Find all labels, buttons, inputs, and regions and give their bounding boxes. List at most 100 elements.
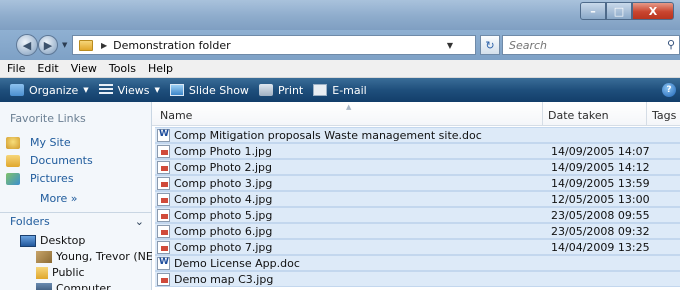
file-name: Comp Photo 2.jpg xyxy=(174,161,272,174)
tree-item-computer[interactable]: Computer xyxy=(36,282,111,290)
refresh-button[interactable]: ↻ xyxy=(480,35,500,55)
search-box: ⚲ xyxy=(502,35,680,55)
word-document-icon xyxy=(157,129,170,142)
my-site-icon xyxy=(6,136,20,149)
column-header-name[interactable]: Name xyxy=(160,109,192,122)
search-input[interactable] xyxy=(509,38,659,52)
chevron-down-icon: ▼ xyxy=(154,86,160,94)
file-date: 12/05/2005 13:00 xyxy=(551,193,650,206)
recent-pages-dropdown-icon[interactable]: ▼ xyxy=(62,41,67,49)
menu-bar: File Edit View Tools Help xyxy=(0,60,680,78)
column-divider[interactable] xyxy=(542,102,543,126)
documents-icon xyxy=(6,154,20,167)
file-row[interactable]: Comp photo 5.jpg 23/05/2008 09:55 xyxy=(155,207,680,223)
file-row[interactable]: Comp photo 3.jpg 14/09/2005 13:59 xyxy=(155,175,680,191)
file-row[interactable]: Demo map C3.jpg xyxy=(155,271,680,287)
file-row[interactable]: Comp Photo 1.jpg 14/09/2005 14:07 xyxy=(155,143,680,159)
address-row: ◀ ▶ ▼ ▶ Demonstration folder ▼ ↻ ⚲ xyxy=(0,30,680,60)
file-date: 14/09/2005 14:12 xyxy=(551,161,650,174)
breadcrumb-current-folder[interactable]: Demonstration folder xyxy=(113,39,230,52)
file-list: Name ▲ Date taken Tags Comp Mitigation p… xyxy=(152,102,680,290)
column-header-tags[interactable]: Tags xyxy=(652,109,676,122)
column-header-row: Name ▲ Date taken Tags xyxy=(152,102,680,126)
menu-file[interactable]: File xyxy=(7,62,25,75)
favorite-documents[interactable]: Documents xyxy=(6,154,93,167)
file-row[interactable]: Comp Mitigation proposals Waste manageme… xyxy=(155,127,680,143)
slideshow-button[interactable]: Slide Show xyxy=(169,83,249,97)
file-date: 14/09/2005 13:59 xyxy=(551,177,650,190)
tree-label: Young, Trevor (NE) xyxy=(56,250,158,263)
tree-label: Computer xyxy=(56,282,111,290)
word-document-icon xyxy=(157,257,170,270)
file-row[interactable]: Demo License App.doc xyxy=(155,255,680,271)
help-icon[interactable]: ? xyxy=(662,83,676,97)
slideshow-label: Slide Show xyxy=(188,83,249,97)
jpeg-image-icon xyxy=(157,161,170,174)
column-header-date-taken[interactable]: Date taken xyxy=(548,109,609,122)
email-label: E-mail xyxy=(332,83,367,97)
tree-item-desktop[interactable]: Desktop xyxy=(20,234,85,247)
favorite-links-header: Favorite Links xyxy=(10,112,86,125)
back-arrow-icon: ◀ xyxy=(22,38,32,52)
refresh-icon: ↻ xyxy=(485,38,495,52)
organize-label: Organize xyxy=(29,83,79,97)
menu-edit[interactable]: Edit xyxy=(37,62,58,75)
jpeg-image-icon xyxy=(157,209,170,222)
file-name: Comp photo 4.jpg xyxy=(174,193,273,206)
maximize-icon: □ xyxy=(613,4,625,18)
window-controls: – □ X xyxy=(580,2,674,20)
title-bar: – □ X xyxy=(0,0,680,30)
file-date: 23/05/2008 09:55 xyxy=(551,209,650,222)
file-row[interactable]: Comp photo 7.jpg 14/04/2009 13:25 xyxy=(155,239,680,255)
file-row[interactable]: Comp photo 4.jpg 12/05/2005 13:00 xyxy=(155,191,680,207)
email-button[interactable]: E-mail xyxy=(313,84,367,97)
chevron-down-icon: ▼ xyxy=(83,86,89,94)
desktop-icon xyxy=(20,234,36,247)
print-button[interactable]: Print xyxy=(258,83,304,97)
computer-icon xyxy=(36,282,52,290)
tree-item-public[interactable]: Public xyxy=(36,266,85,279)
sort-arrow-icon: ▲ xyxy=(346,103,352,111)
menu-help[interactable]: Help xyxy=(148,62,173,75)
favorite-my-site[interactable]: My Site xyxy=(6,136,71,149)
file-row[interactable]: Comp Photo 2.jpg 14/09/2005 14:12 xyxy=(155,159,680,175)
maximize-button[interactable]: □ xyxy=(606,2,632,20)
printer-icon xyxy=(258,84,273,96)
folder-icon xyxy=(36,266,48,279)
close-button[interactable]: X xyxy=(632,2,674,20)
file-name: Comp Mitigation proposals Waste manageme… xyxy=(174,129,482,142)
print-label: Print xyxy=(277,83,304,97)
breadcrumb-arrow-icon[interactable]: ▶ xyxy=(101,41,107,50)
organize-button[interactable]: Organize ▼ xyxy=(10,84,89,97)
favorite-label: My Site xyxy=(30,136,71,149)
views-button[interactable]: Views ▼ xyxy=(98,84,160,97)
menu-tools[interactable]: Tools xyxy=(109,62,136,75)
file-name: Comp Photo 1.jpg xyxy=(174,145,272,158)
menu-view[interactable]: View xyxy=(71,62,97,75)
column-divider[interactable] xyxy=(646,102,647,126)
jpeg-image-icon xyxy=(157,225,170,238)
more-favorites-link[interactable]: More » xyxy=(40,192,78,205)
minimize-button[interactable]: – xyxy=(580,2,606,20)
file-name: Comp photo 3.jpg xyxy=(174,177,273,190)
folders-toggle[interactable]: Folders ⌄ xyxy=(0,212,152,230)
file-name: Comp photo 6.jpg xyxy=(174,225,273,238)
address-dropdown-icon[interactable]: ▼ xyxy=(447,41,453,50)
chevron-down-icon: ⌄ xyxy=(134,215,144,228)
file-name: Demo map C3.jpg xyxy=(174,273,274,286)
address-bar[interactable]: ▶ Demonstration folder ▼ xyxy=(72,35,476,55)
jpeg-image-icon xyxy=(157,241,170,254)
file-row[interactable]: Comp photo 6.jpg 23/05/2008 09:32 xyxy=(155,223,680,239)
jpeg-image-icon xyxy=(157,145,170,158)
file-date: 14/09/2005 14:07 xyxy=(551,145,650,158)
forward-button[interactable]: ▶ xyxy=(38,35,58,55)
favorite-label: Pictures xyxy=(30,172,74,185)
envelope-icon xyxy=(313,84,328,96)
search-icon[interactable]: ⚲ xyxy=(667,38,675,51)
folders-label: Folders xyxy=(10,215,50,228)
tree-item-user[interactable]: Young, Trevor (NE) xyxy=(36,250,157,263)
folder-icon xyxy=(79,39,93,51)
back-button[interactable]: ◀ xyxy=(16,34,38,56)
jpeg-image-icon xyxy=(157,193,170,206)
favorite-pictures[interactable]: Pictures xyxy=(6,172,74,185)
